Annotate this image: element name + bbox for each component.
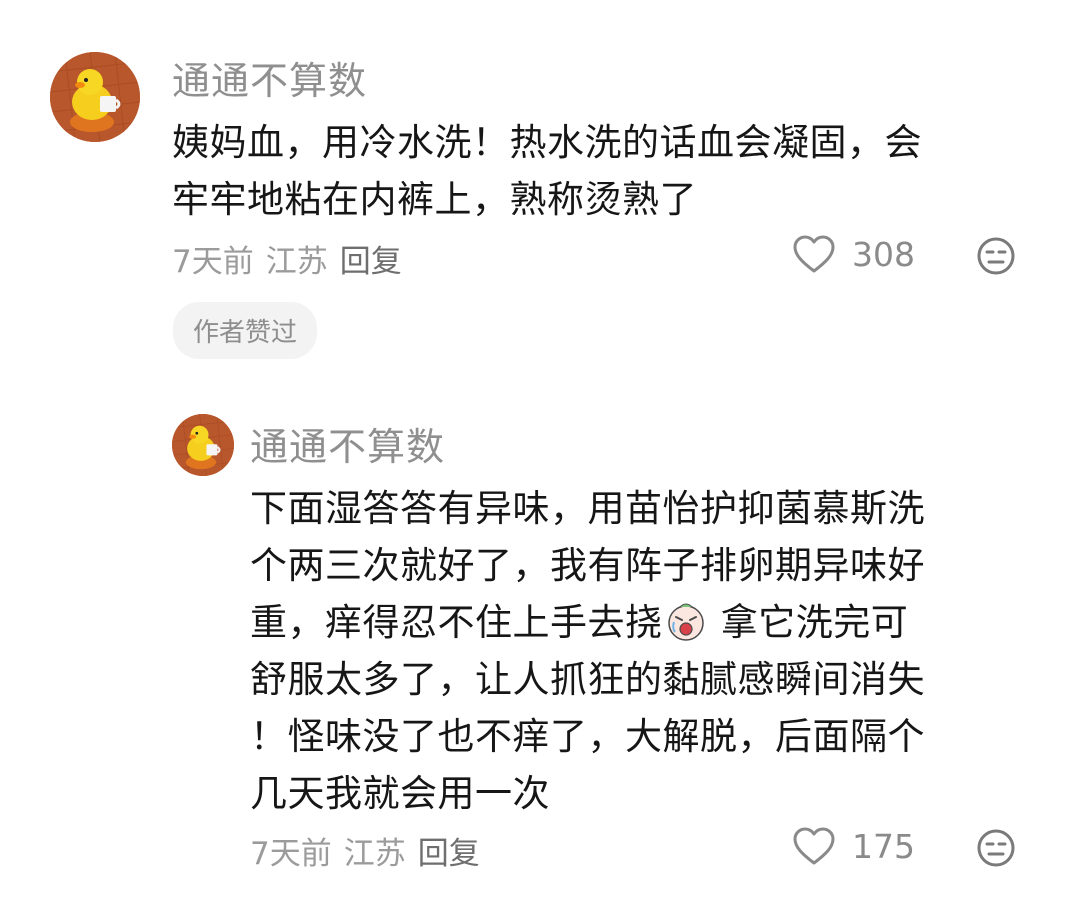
meh-face-icon[interactable] — [976, 828, 1016, 868]
comment-text-line: 下面湿答答有异味，用苗怡护抑菌慕斯洗 — [250, 487, 925, 530]
avatar[interactable] — [50, 52, 140, 142]
comment-text: 下面湿答答有异味，用苗怡护抑菌慕斯洗 个两三次就好了，我有阵子排卵期异味好 重，… — [250, 480, 925, 822]
comment-text-segment: 重，痒得忍不住上手去挠 — [250, 601, 663, 644]
like-count: 175 — [852, 826, 915, 866]
duck-avatar-icon — [172, 414, 234, 476]
comment-time: 7天前 — [172, 244, 254, 280]
heart-outline-icon — [793, 827, 835, 865]
comment-text-line: ！怪味没了也不痒了，大解脱，后面隔个 — [250, 715, 925, 758]
comment-text-line: 姨妈血，用冷水洗！热水洗的话血会凝固，会 — [172, 121, 922, 164]
reply-button[interactable]: 回复 — [340, 244, 402, 280]
avatar[interactable] — [172, 414, 234, 476]
comment-location: 江苏 — [343, 836, 406, 872]
comment-text-line: 重，痒得忍不住上手去挠 拿它洗完可 — [250, 594, 925, 651]
comment-meta: 7天前 江苏 回复 — [250, 828, 492, 873]
comment-text-line: 舒服太多了，让人抓狂的黏腻感瞬间消失 — [250, 658, 925, 701]
comment-text: 姨妈血，用冷水洗！热水洗的话血会凝固，会 牢牢地粘在内裤上，熟称烫熟了 — [172, 114, 922, 228]
like-button[interactable]: 175 — [792, 826, 915, 866]
comment-text-line: 个两三次就好了，我有阵子排卵期异味好 — [250, 544, 925, 587]
author-liked-badge: 作者赞过 — [173, 302, 318, 359]
comment-text-line: 几天我就会用一次 — [250, 772, 550, 815]
reply-button[interactable]: 回复 — [418, 836, 480, 872]
crying-face-emoji — [667, 603, 704, 641]
comment-text-line: 牢牢地粘在内裤上，熟称烫熟了 — [172, 178, 697, 221]
comment-time: 7天前 — [250, 836, 332, 872]
like-count: 308 — [852, 234, 915, 274]
meh-face-icon[interactable] — [976, 236, 1016, 276]
comment-text-segment: 拿它洗完可 — [708, 601, 909, 644]
username[interactable]: 通通不算数 — [250, 416, 445, 471]
duck-avatar-icon — [50, 52, 140, 142]
heart-outline-icon — [793, 235, 835, 273]
username[interactable]: 通通不算数 — [172, 50, 367, 105]
comment-meta: 7天前 江苏 回复 — [172, 236, 414, 281]
like-button[interactable]: 308 — [792, 234, 915, 274]
comment-location: 江苏 — [265, 244, 328, 280]
